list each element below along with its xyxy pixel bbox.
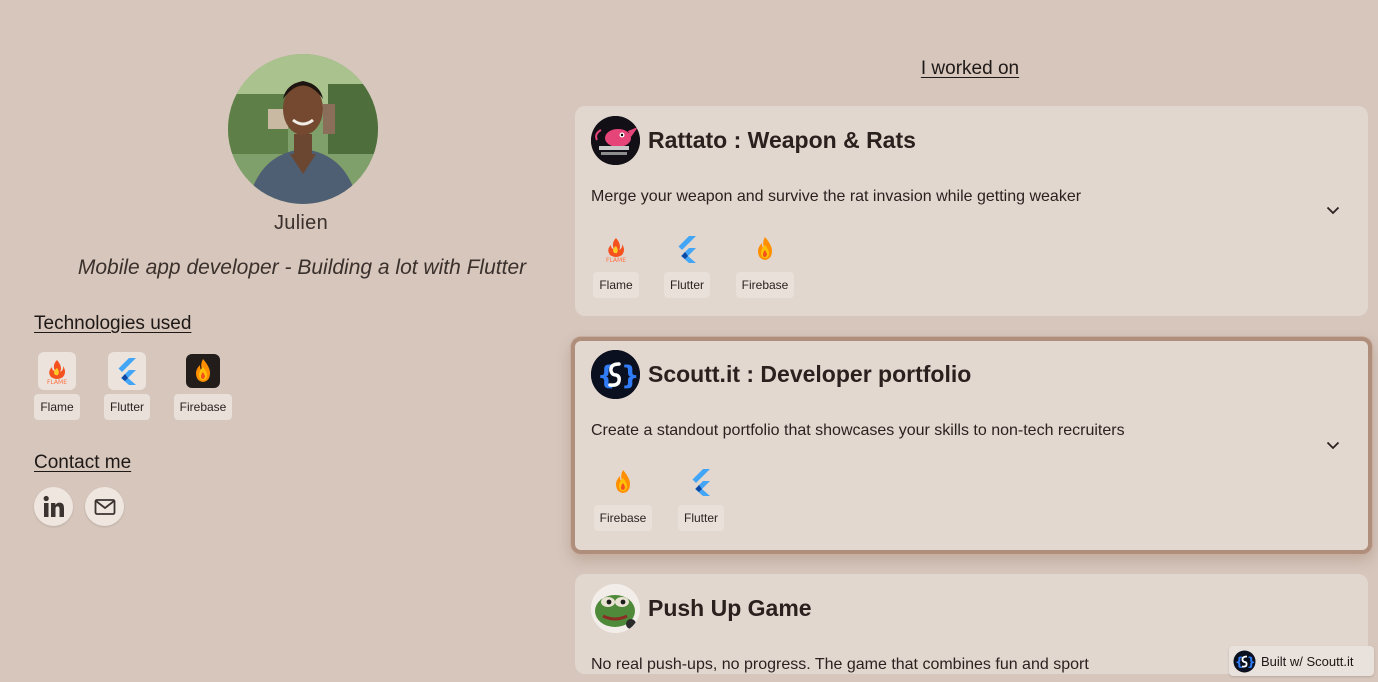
tech-label: Flutter [104, 394, 151, 420]
project-card-scoutt[interactable]: { } Scoutt.it : Developer portfolio Crea… [571, 337, 1372, 554]
project-description: No real push-ups, no progress. The game … [591, 656, 1089, 673]
svg-text:FLAME: FLAME [606, 257, 626, 264]
project-description: Merge your weapon and survive the rat in… [591, 188, 1082, 205]
built-with-badge[interactable]: { } Built w/ Scoutt.it [1229, 646, 1374, 676]
flame-icon: FLAME [597, 230, 635, 268]
tech-item-flame: FLAME Flame [591, 230, 641, 298]
tech-label: Flame [593, 272, 639, 298]
tech-label: Firebase [593, 505, 653, 531]
project-title: Push Up Game [648, 595, 812, 621]
contact-list [34, 487, 124, 526]
tech-label: Flutter [663, 272, 710, 298]
svg-text:FLAME: FLAME [47, 379, 67, 386]
frog-logo-icon [591, 584, 640, 633]
project-header: Push Up Game [591, 584, 812, 633]
linkedin-button[interactable] [34, 487, 73, 526]
email-button[interactable] [85, 487, 124, 526]
contact-title: Contact me [34, 452, 132, 473]
technologies-title: Technologies used [34, 313, 192, 334]
flame-icon: FLAME [38, 352, 76, 390]
project-title: Scoutt.it : Developer portfolio [648, 361, 972, 387]
project-card-rattato[interactable]: Rattato : Weapon & Rats Merge your weapo… [575, 106, 1368, 316]
flutter-icon [108, 352, 146, 390]
project-title: Rattato : Weapon & Rats [648, 127, 916, 153]
firebase-icon [606, 465, 640, 499]
technologies-list: FLAME Flame Flutter Firebase [34, 352, 233, 420]
mail-icon [94, 498, 115, 515]
tech-item-firebase: Firebase [173, 352, 233, 420]
svg-text:}: } [621, 361, 640, 391]
linkedin-icon [43, 495, 64, 517]
tech-label: Flutter [677, 505, 724, 531]
avatar [228, 54, 378, 204]
project-description: Create a standout portfolio that showcas… [591, 422, 1125, 439]
tech-item-firebase: Firebase [591, 463, 655, 531]
flutter-icon [668, 230, 706, 268]
tech-label: Firebase [735, 272, 795, 298]
firebase-icon [186, 354, 220, 388]
scoutt-logo-icon: { } [591, 350, 640, 399]
tech-item-flutter: Flutter [655, 230, 719, 298]
tech-label: Firebase [173, 394, 233, 420]
svg-text:}: } [1247, 655, 1256, 669]
tech-item-flutter: Flutter [104, 352, 151, 420]
tech-item-flame: FLAME Flame [34, 352, 80, 420]
rat-logo-icon [591, 116, 640, 165]
project-tech-list: FLAME Flame Flutter Firebase [591, 230, 797, 298]
projects-title: I worked on [920, 58, 1020, 79]
flutter-icon [682, 463, 720, 501]
built-with-label: Built w/ Scoutt.it [1261, 653, 1354, 669]
firebase-icon [748, 232, 782, 266]
profile-name: Julien [273, 212, 329, 234]
tech-item-flutter: Flutter [669, 463, 733, 531]
profile-tagline: Mobile app developer - Building a lot wi… [77, 256, 527, 279]
tech-label: Flame [34, 394, 80, 420]
project-tech-list: Firebase Flutter [591, 463, 733, 531]
tech-item-firebase: Firebase [733, 230, 797, 298]
chevron-down-icon[interactable] [1326, 437, 1340, 455]
scoutt-logo-icon: { } [1233, 650, 1256, 672]
project-header: { } Scoutt.it : Developer portfolio [591, 350, 971, 399]
chevron-down-icon[interactable] [1326, 202, 1340, 220]
profile-panel: Julien Mobile app developer - Building a… [0, 0, 570, 682]
project-header: Rattato : Weapon & Rats [591, 116, 916, 165]
